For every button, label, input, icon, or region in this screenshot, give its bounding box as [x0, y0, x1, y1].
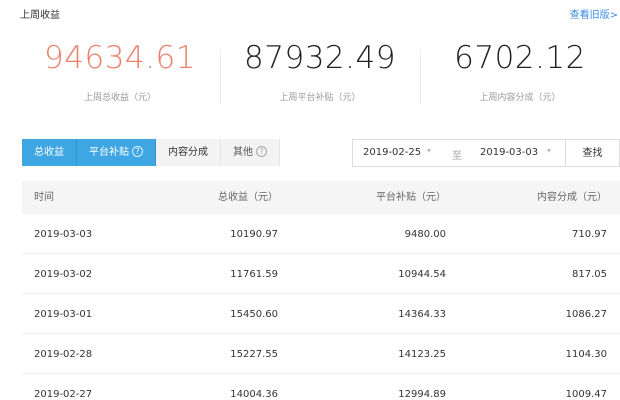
cell-content: 1104.30 — [565, 349, 607, 360]
date-range-picker[interactable]: 2019-02-25 ▾ 至 2019-03-03 ▾ — [352, 139, 566, 167]
stat-total-label: 上周总收益（元） — [83, 93, 156, 103]
column-header-subsidy: 平台补贴（元） — [376, 192, 446, 203]
table-row: 2019-02-28 15227.55 14123.25 1104.30 — [22, 334, 620, 374]
stat-content-label: 上周内容分成（元） — [479, 93, 561, 103]
end-date-input[interactable]: 2019-03-03 — [480, 147, 538, 158]
cell-subsidy: 12994.89 — [398, 389, 446, 400]
page-header: 上周收益 查看旧版> — [0, 0, 620, 28]
tab-total[interactable]: 总收益 — [22, 139, 77, 166]
column-header-date: 时间 — [34, 192, 54, 203]
help-icon[interactable]: ? — [132, 146, 143, 157]
chevron-down-icon[interactable]: ▾ — [547, 146, 551, 155]
cell-total: 15450.60 — [230, 309, 278, 320]
cell-date: 2019-02-28 — [34, 349, 93, 360]
date-separator: 至 — [452, 151, 462, 162]
table-row: 2019-02-27 14004.36 12994.89 1009.47 — [22, 374, 620, 400]
tab-subsidy[interactable]: 平台补贴? — [77, 139, 156, 166]
old-version-link[interactable]: 查看旧版> — [570, 6, 618, 21]
tab-other-label: 其他 — [233, 147, 253, 158]
revenue-table: 时间 总收益（元） 平台补贴（元） 内容分成（元） 2019-03-03 101… — [22, 181, 620, 400]
tab-content[interactable]: 内容分成 — [156, 139, 221, 166]
cell-date: 2019-02-27 — [34, 389, 93, 400]
stat-subsidy-label: 上周平台补贴（元） — [279, 93, 361, 103]
chevron-down-icon[interactable]: ▾ — [427, 146, 431, 155]
cell-total: 15227.55 — [230, 349, 278, 360]
cell-content: 710.97 — [572, 229, 607, 240]
tab-other[interactable]: 其他? — [221, 139, 280, 166]
cell-subsidy: 14123.25 — [398, 349, 446, 360]
table-header: 时间 总收益（元） 平台补贴（元） 内容分成（元） — [22, 181, 620, 214]
stat-total-value: 94634.61 — [44, 40, 196, 76]
tab-subsidy-label: 平台补贴 — [89, 147, 129, 158]
stat-subsidy: 87932.49 上周平台补贴（元） — [220, 38, 420, 103]
column-header-content: 内容分成（元） — [537, 192, 607, 203]
cell-date: 2019-03-03 — [34, 229, 93, 240]
stat-content-value: 6702.12 — [454, 40, 586, 76]
cell-content: 1009.47 — [565, 389, 607, 400]
search-button[interactable]: 查找 — [566, 139, 620, 167]
cell-total: 11761.59 — [230, 269, 278, 280]
tab-total-label: 总收益 — [34, 147, 64, 158]
table-row: 2019-03-01 15450.60 14364.33 1086.27 — [22, 294, 620, 334]
cell-date: 2019-03-02 — [34, 269, 93, 280]
page-title: 上周收益 — [20, 10, 60, 21]
cell-date: 2019-03-01 — [34, 309, 93, 320]
tab-content-label: 内容分成 — [168, 147, 208, 158]
stat-content: 6702.12 上周内容分成（元） — [420, 38, 620, 103]
stats-summary: 94634.61 上周总收益（元） 87932.49 上周平台补贴（元） 670… — [0, 38, 620, 118]
table-row: 2019-03-02 11761.59 10944.54 817.05 — [22, 254, 620, 294]
help-icon[interactable]: ? — [256, 146, 267, 157]
cell-total: 10190.97 — [230, 229, 278, 240]
cell-subsidy: 10944.54 — [398, 269, 446, 280]
cell-content: 1086.27 — [565, 309, 607, 320]
cell-total: 14004.36 — [230, 389, 278, 400]
start-date-input[interactable]: 2019-02-25 — [363, 147, 421, 158]
column-header-total: 总收益（元） — [218, 192, 278, 203]
stat-total: 94634.61 上周总收益（元） — [20, 38, 220, 103]
cell-subsidy: 9480.00 — [404, 229, 446, 240]
cell-subsidy: 14364.33 — [398, 309, 446, 320]
revenue-tabs: 总收益 平台补贴? 内容分成 其他? — [22, 139, 280, 166]
cell-content: 817.05 — [572, 269, 607, 280]
stat-subsidy-value: 87932.49 — [244, 40, 396, 76]
table-row: 2019-03-03 10190.97 9480.00 710.97 — [22, 214, 620, 254]
